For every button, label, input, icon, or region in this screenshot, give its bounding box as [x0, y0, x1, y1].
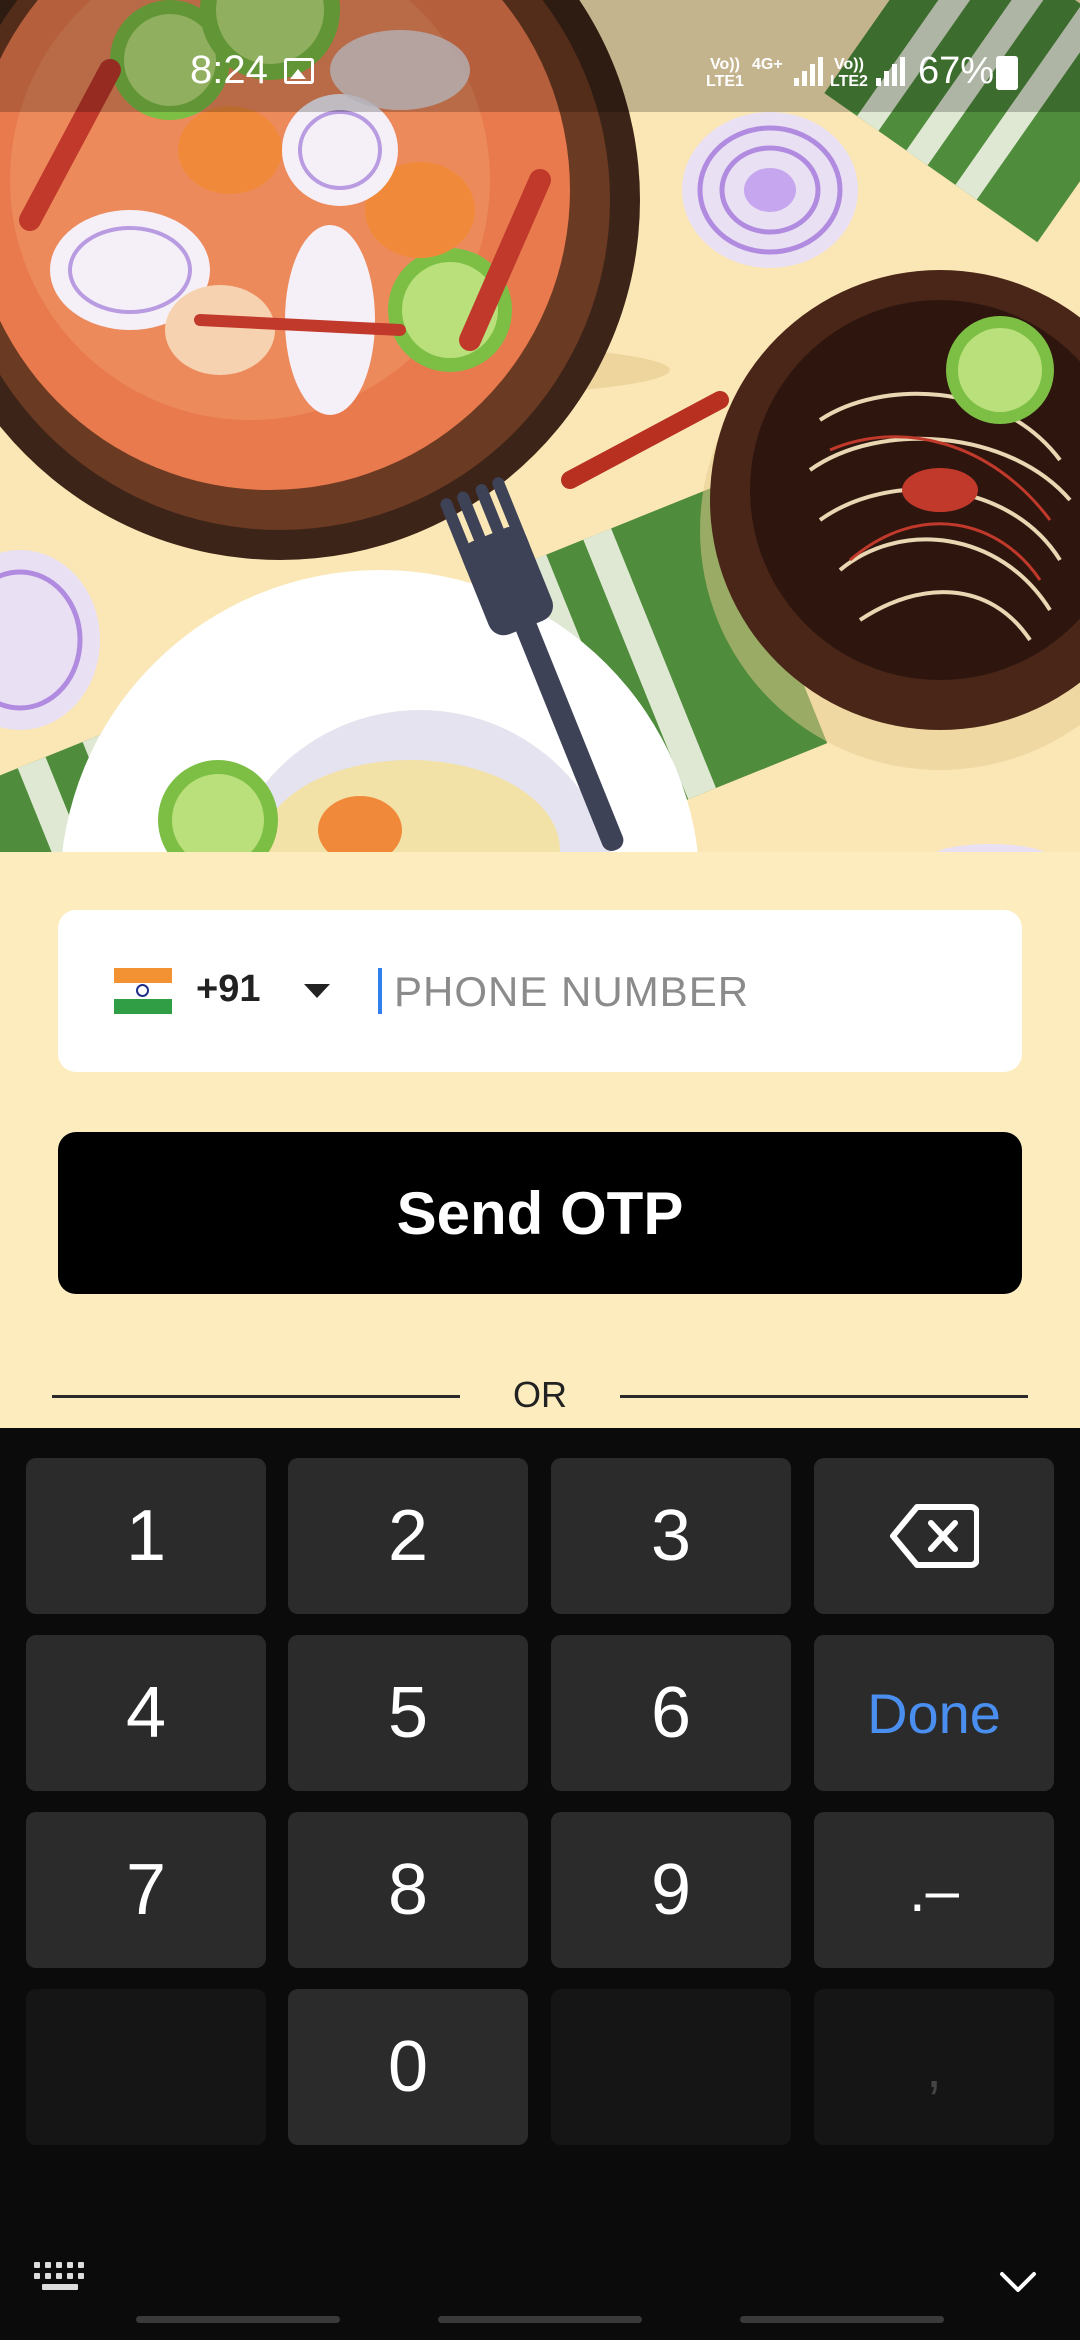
blank-key	[26, 1989, 266, 2145]
sim2-volte-label: Vo))	[834, 56, 864, 73]
key-9[interactable]: 9	[551, 1812, 791, 1968]
done-key[interactable]: Done	[814, 1635, 1054, 1791]
hero-illustration	[0, 0, 1080, 852]
sim1-label: Vo)) LTE1	[706, 56, 744, 90]
divider-line-right	[620, 1395, 1028, 1398]
india-flag-icon[interactable]	[114, 968, 172, 1014]
phone-input-card: +91	[58, 910, 1022, 1072]
key-2[interactable]: 2	[288, 1458, 528, 1614]
key-1[interactable]: 1	[26, 1458, 266, 1614]
comma-key[interactable]: ,	[814, 1989, 1054, 2145]
sim1-data-label: 4G+	[752, 56, 783, 73]
divider-line-left	[52, 1395, 460, 1398]
food-illustration	[0, 0, 1080, 852]
status-bar: 8:24 Vo)) LTE1 4G+ Vo)) LTE2 67%	[0, 0, 1080, 112]
sim1-4g-label: 4G+	[752, 56, 783, 73]
status-time: 8:24	[190, 48, 268, 92]
nav-home-button[interactable]	[438, 2316, 642, 2323]
sim2-label: Vo)) LTE2	[830, 56, 868, 90]
phone-number-input[interactable]	[392, 954, 996, 1030]
signal-icon	[794, 57, 823, 86]
sim2-lte-label: LTE2	[830, 73, 868, 90]
key-7[interactable]: 7	[26, 1812, 266, 1968]
battery-percent: 67%	[918, 50, 995, 92]
chevron-down-icon[interactable]	[304, 984, 330, 998]
key-4[interactable]: 4	[26, 1635, 266, 1791]
nav-back-button[interactable]	[740, 2316, 944, 2323]
country-dial-code[interactable]: +91	[196, 968, 260, 1011]
keyboard-toggle-icon[interactable]	[34, 2262, 86, 2290]
hide-keyboard-icon[interactable]	[998, 2262, 1038, 2302]
key-8[interactable]: 8	[288, 1812, 528, 1968]
backspace-key[interactable]	[814, 1458, 1054, 1614]
send-otp-button[interactable]: Send OTP	[58, 1132, 1022, 1294]
key-6[interactable]: 6	[551, 1635, 791, 1791]
punctuation-key[interactable]: .–	[814, 1812, 1054, 1968]
or-divider-label: OR	[513, 1374, 567, 1415]
key-5[interactable]: 5	[288, 1635, 528, 1791]
nav-recents-button[interactable]	[136, 2316, 340, 2323]
blank-key	[551, 1989, 791, 2145]
sim1-volte-label: Vo))	[710, 56, 740, 73]
key-0[interactable]: 0	[288, 1989, 528, 2145]
text-cursor	[378, 968, 382, 1014]
gallery-icon	[284, 58, 314, 84]
battery-icon	[996, 56, 1018, 90]
key-3[interactable]: 3	[551, 1458, 791, 1614]
sim1-lte-label: LTE1	[706, 73, 744, 90]
signal-icon	[876, 57, 905, 86]
backspace-icon	[890, 1504, 979, 1568]
